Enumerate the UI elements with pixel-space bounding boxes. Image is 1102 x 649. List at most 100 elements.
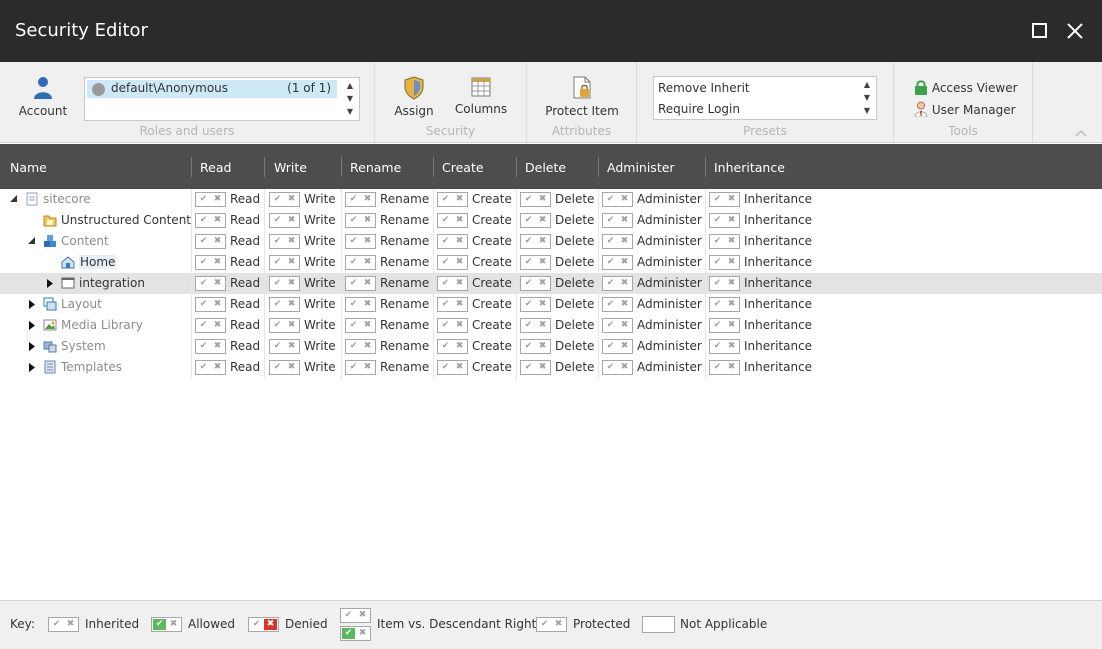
permission-toggle[interactable]: ✔ ✖ [345, 318, 376, 333]
permission-toggle[interactable]: ✔ ✖ [195, 255, 226, 270]
allow-check-icon[interactable]: ✔ [271, 278, 284, 289]
deny-cross-icon[interactable]: ✖ [211, 299, 224, 310]
deny-cross-icon[interactable]: ✖ [453, 194, 466, 205]
account-button[interactable]: Account [16, 76, 70, 118]
deny-cross-icon[interactable]: ✖ [453, 278, 466, 289]
tree-item-label[interactable]: System [61, 339, 106, 353]
permission-toggle[interactable]: ✔ ✖ [345, 234, 376, 249]
columns-button[interactable]: Columns [453, 76, 509, 116]
deny-cross-icon[interactable]: ✖ [211, 362, 224, 373]
permission-toggle[interactable]: ✔ ✖ [709, 276, 740, 291]
deny-cross-icon[interactable]: ✖ [453, 299, 466, 310]
permission-toggle[interactable]: ✔ ✖ [709, 234, 740, 249]
permission-toggle[interactable]: ✔ ✖ [520, 192, 551, 207]
permission-toggle[interactable]: ✔ ✖ [195, 297, 226, 312]
permission-toggle[interactable]: ✔ ✖ [709, 192, 740, 207]
dropdown-icon[interactable]: ▼ [345, 107, 355, 117]
allow-check-icon[interactable]: ✔ [197, 278, 210, 289]
deny-cross-icon[interactable]: ✖ [618, 278, 631, 289]
allow-check-icon[interactable]: ✔ [347, 362, 360, 373]
deny-cross-icon[interactable]: ✖ [725, 278, 738, 289]
allow-check-icon[interactable]: ✔ [439, 215, 452, 226]
allow-check-icon[interactable]: ✔ [522, 236, 535, 247]
deny-cross-icon[interactable]: ✖ [536, 341, 549, 352]
tree-item-label[interactable]: Content [61, 234, 109, 248]
scroll-down-icon[interactable]: ▼ [862, 93, 872, 103]
allow-check-icon[interactable]: ✔ [711, 320, 724, 331]
tree-row[interactable]: Unstructured Content ✔ ✖ Read ✔ ✖ Write ✔ ✖ Renam… [0, 210, 1102, 231]
deny-cross-icon[interactable]: ✖ [536, 362, 549, 373]
tree-item-label[interactable]: sitecore [43, 192, 91, 206]
tree-row[interactable]: integration ✔ ✖ Read ✔ ✖ Write ✔ ✖ Rename ✔ ✖ Create… [0, 273, 1102, 294]
allow-check-icon[interactable]: ✔ [271, 320, 284, 331]
allow-check-icon[interactable]: ✔ [439, 236, 452, 247]
expand-arrow-icon[interactable] [28, 321, 36, 330]
allow-check-icon[interactable]: ✔ [604, 320, 617, 331]
permission-toggle[interactable]: ✔ ✖ [437, 192, 468, 207]
permission-toggle[interactable]: ✔ ✖ [437, 234, 468, 249]
deny-cross-icon[interactable]: ✖ [211, 257, 224, 268]
preset-remove-inherit[interactable]: Remove Inherit [658, 81, 750, 95]
allow-check-icon[interactable]: ✔ [522, 299, 535, 310]
allow-check-icon[interactable]: ✔ [197, 299, 210, 310]
permission-toggle[interactable]: ✔ ✖ [602, 297, 633, 312]
tree-item-label[interactable]: integration [79, 276, 145, 290]
allow-check-icon[interactable]: ✔ [439, 257, 452, 268]
deny-cross-icon[interactable]: ✖ [725, 194, 738, 205]
permission-toggle[interactable]: ✔ ✖ [709, 339, 740, 354]
permission-toggle[interactable]: ✔ ✖ [709, 360, 740, 375]
permission-toggle[interactable]: ✔ ✖ [520, 213, 551, 228]
permission-toggle[interactable]: ✔ ✖ [520, 339, 551, 354]
allow-check-icon[interactable]: ✔ [604, 341, 617, 352]
permission-toggle[interactable]: ✔ ✖ [602, 360, 633, 375]
deny-cross-icon[interactable]: ✖ [618, 320, 631, 331]
deny-cross-icon[interactable]: ✖ [725, 299, 738, 310]
allow-check-icon[interactable]: ✔ [347, 320, 360, 331]
deny-cross-icon[interactable]: ✖ [211, 236, 224, 247]
tree-item-label[interactable]: Media Library [61, 318, 143, 332]
deny-cross-icon[interactable]: ✖ [536, 257, 549, 268]
permission-toggle[interactable]: ✔ ✖ [602, 276, 633, 291]
deny-cross-icon[interactable]: ✖ [285, 194, 298, 205]
permission-toggle[interactable]: ✔ ✖ [437, 276, 468, 291]
deny-cross-icon[interactable]: ✖ [725, 257, 738, 268]
permission-toggle[interactable]: ✔ ✖ [520, 234, 551, 249]
allow-check-icon[interactable]: ✔ [711, 362, 724, 373]
deny-cross-icon[interactable]: ✖ [453, 257, 466, 268]
column-header-rename[interactable]: Rename [350, 160, 401, 175]
permission-toggle[interactable]: ✔ ✖ [520, 360, 551, 375]
close-button[interactable] [1064, 20, 1086, 42]
deny-cross-icon[interactable]: ✖ [618, 299, 631, 310]
permission-toggle[interactable]: ✔ ✖ [602, 255, 633, 270]
deny-cross-icon[interactable]: ✖ [285, 278, 298, 289]
preset-require-login[interactable]: Require Login [658, 102, 740, 116]
permission-toggle[interactable]: ✔ ✖ [602, 234, 633, 249]
allow-check-icon[interactable]: ✔ [522, 257, 535, 268]
allow-check-icon[interactable]: ✔ [439, 362, 452, 373]
tree-item-label[interactable]: Templates [61, 360, 122, 374]
allow-check-icon[interactable]: ✔ [604, 299, 617, 310]
permission-toggle[interactable]: ✔ ✖ [437, 318, 468, 333]
deny-cross-icon[interactable]: ✖ [725, 341, 738, 352]
tree-item-label[interactable]: Home [79, 255, 117, 269]
permission-toggle[interactable]: ✔ ✖ [345, 276, 376, 291]
permission-toggle[interactable]: ✔ ✖ [602, 192, 633, 207]
permission-toggle[interactable]: ✔ ✖ [709, 297, 740, 312]
allow-check-icon[interactable]: ✔ [347, 194, 360, 205]
permission-toggle[interactable]: ✔ ✖ [195, 339, 226, 354]
deny-cross-icon[interactable]: ✖ [211, 278, 224, 289]
allow-check-icon[interactable]: ✔ [271, 257, 284, 268]
deny-cross-icon[interactable]: ✖ [211, 320, 224, 331]
column-header-administer[interactable]: Administer [607, 160, 675, 175]
permission-toggle[interactable]: ✔ ✖ [520, 297, 551, 312]
permission-toggle[interactable]: ✔ ✖ [437, 360, 468, 375]
scroll-up-icon[interactable]: ▲ [862, 80, 872, 90]
allow-check-icon[interactable]: ✔ [347, 215, 360, 226]
allow-check-icon[interactable]: ✔ [439, 299, 452, 310]
allow-check-icon[interactable]: ✔ [522, 320, 535, 331]
deny-cross-icon[interactable]: ✖ [536, 320, 549, 331]
deny-cross-icon[interactable]: ✖ [453, 362, 466, 373]
deny-cross-icon[interactable]: ✖ [536, 299, 549, 310]
deny-cross-icon[interactable]: ✖ [285, 215, 298, 226]
deny-cross-icon[interactable]: ✖ [361, 362, 374, 373]
